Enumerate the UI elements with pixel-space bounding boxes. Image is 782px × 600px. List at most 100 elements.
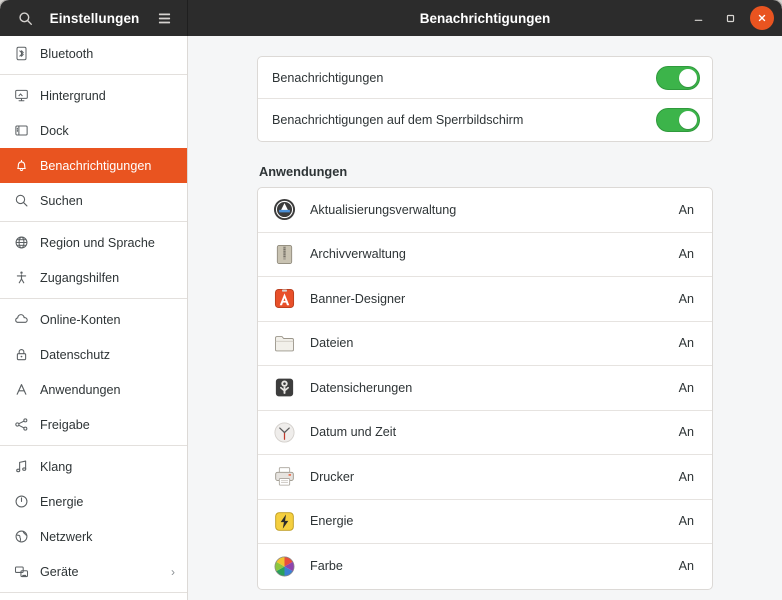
app-name: Archivverwaltung	[310, 247, 406, 262]
sidebar-item-hintergrund[interactable]: Hintergrund	[0, 78, 187, 113]
bell-icon	[13, 158, 29, 174]
sidebar-item-label: Suchen	[40, 193, 83, 208]
sidebar-item-label: Online-Konten	[40, 312, 121, 327]
sidebar-separator	[0, 74, 187, 75]
app-name: Banner-Designer	[310, 291, 406, 306]
devices-icon	[13, 564, 29, 580]
app-name: Drucker	[310, 469, 355, 484]
app-state: An	[678, 559, 694, 574]
sidebar-item-geraete[interactable]: Geräte ›	[0, 554, 187, 589]
sidebar-item-energie[interactable]: Energie	[0, 484, 187, 519]
applications-section-title: Anwendungen	[259, 164, 348, 179]
accessibility-icon	[13, 270, 29, 286]
window-controls	[686, 6, 774, 30]
content-area[interactable]: Benachrichtigungen Benachrichtigungen au…	[188, 36, 782, 600]
clock-icon	[272, 420, 296, 444]
sidebar-item-label: Freigabe	[40, 417, 90, 432]
app-row[interactable]: Drucker An	[258, 455, 712, 500]
app-state: An	[678, 202, 694, 217]
color-wheel-icon	[272, 554, 296, 578]
app-name: Dateien	[310, 336, 354, 351]
network-globe-icon	[13, 529, 29, 545]
sidebar-item-anwendungen[interactable]: Anwendungen	[0, 372, 187, 407]
sidebar-item-benachrichtigungen[interactable]: Benachrichtigungen	[0, 148, 187, 183]
app-row[interactable]: Datensicherungen An	[258, 366, 712, 411]
sidebar-header: Einstellungen	[0, 0, 188, 36]
app-row[interactable]: Aktualisierungsverwaltung An	[258, 188, 712, 233]
app-row[interactable]: Datum und Zeit An	[258, 411, 712, 455]
app-row[interactable]: Banner-Designer An	[258, 277, 712, 322]
sidebar-item-dock[interactable]: Dock	[0, 113, 187, 148]
app-row[interactable]: Archivverwaltung An	[258, 233, 712, 277]
sidebar-item-zugangshilfen[interactable]: Zugangshilfen	[0, 260, 187, 295]
globe-icon	[13, 235, 29, 251]
row-lockscreen-notifications[interactable]: Benachrichtigungen auf dem Sperrbildschi…	[258, 99, 712, 141]
sidebar-item-region-und-sprache[interactable]: Region und Sprache	[0, 225, 187, 260]
app-name: Datensicherungen	[310, 380, 413, 395]
applications-card: Aktualisierungsverwaltung An Archivverwa…	[257, 187, 713, 590]
app-name: Datum und Zeit	[310, 425, 397, 440]
dock-icon	[13, 123, 29, 139]
close-button[interactable]	[750, 6, 774, 30]
sidebar-item-online-konten[interactable]: Online-Konten	[0, 302, 187, 337]
sidebar-item-netzwerk[interactable]: Netzwerk	[0, 519, 187, 554]
sidebar-item-label: Region und Sprache	[40, 235, 155, 250]
lockscreen-notifications-toggle[interactable]	[656, 108, 700, 132]
app-state: An	[678, 291, 694, 306]
app-name: Aktualisierungsverwaltung	[310, 202, 457, 217]
sidebar-item-label: Netzwerk	[40, 529, 93, 544]
sidebar-separator	[0, 592, 187, 593]
sidebar-item-suchen[interactable]: Suchen	[0, 183, 187, 218]
cloud-icon	[13, 312, 29, 328]
sidebar-title: Einstellungen	[49, 10, 140, 26]
files-folder-icon	[272, 331, 296, 355]
app-state: An	[678, 247, 694, 262]
global-toggles-card: Benachrichtigungen Benachrichtigungen au…	[257, 56, 713, 142]
power-bolt-icon	[272, 509, 296, 533]
notifications-panel: Benachrichtigungen Benachrichtigungen au…	[257, 56, 713, 590]
row-notifications[interactable]: Benachrichtigungen	[258, 57, 712, 99]
search-icon[interactable]	[12, 5, 38, 31]
app-state: An	[678, 425, 694, 440]
titlebar: Einstellungen Benachrichtigungen	[0, 0, 782, 36]
notifications-toggle[interactable]	[656, 65, 700, 90]
settings-window: Einstellungen Benachrichtigungen Bluetoo…	[0, 0, 782, 600]
chevron-right-icon: ›	[171, 564, 175, 579]
sidebar[interactable]: Bluetooth Hintergrund Dock Benachrichtig…	[0, 36, 188, 600]
sidebar-item-label: Dock	[40, 123, 69, 138]
sidebar-item-freigabe[interactable]: Freigabe	[0, 407, 187, 442]
maximize-button[interactable]	[718, 6, 742, 30]
app-row[interactable]: Dateien An	[258, 322, 712, 366]
hamburger-menu-icon[interactable]	[151, 5, 177, 31]
update-manager-icon	[272, 198, 296, 222]
toggle-knob	[679, 111, 697, 129]
sidebar-item-bluetooth[interactable]: Bluetooth	[0, 36, 187, 71]
sidebar-item-label: Datenschutz	[40, 347, 111, 362]
font-a-icon	[13, 382, 29, 398]
sidebar-item-label: Energie	[40, 494, 84, 509]
app-name: Farbe	[310, 559, 343, 574]
sidebar-item-label: Hintergrund	[40, 88, 106, 103]
app-state: An	[678, 514, 694, 529]
share-icon	[13, 417, 29, 433]
sidebar-item-label: Benachrichtigungen	[40, 158, 152, 173]
sidebar-item-label: Geräte	[40, 564, 79, 579]
minimize-button[interactable]	[686, 6, 710, 30]
wallpaper-icon	[13, 88, 29, 104]
app-row[interactable]: Energie An	[258, 500, 712, 544]
app-row[interactable]: Farbe An	[258, 544, 712, 589]
app-state: An	[678, 469, 694, 484]
toggle-label: Benachrichtigungen	[272, 70, 384, 85]
sidebar-item-informationen[interactable]: Informationen ›	[0, 596, 187, 600]
app-state: An	[678, 336, 694, 351]
toggle-knob	[679, 68, 697, 87]
sidebar-item-datenschutz[interactable]: Datenschutz	[0, 337, 187, 372]
sidebar-item-klang[interactable]: Klang	[0, 449, 187, 484]
bluetooth-icon	[13, 46, 29, 62]
sidebar-separator	[0, 221, 187, 222]
lock-icon	[13, 347, 29, 363]
app-name: Energie	[310, 514, 354, 529]
backups-icon	[272, 376, 296, 400]
app-state: An	[678, 380, 694, 395]
toggle-label: Benachrichtigungen auf dem Sperrbildschi…	[272, 113, 524, 127]
